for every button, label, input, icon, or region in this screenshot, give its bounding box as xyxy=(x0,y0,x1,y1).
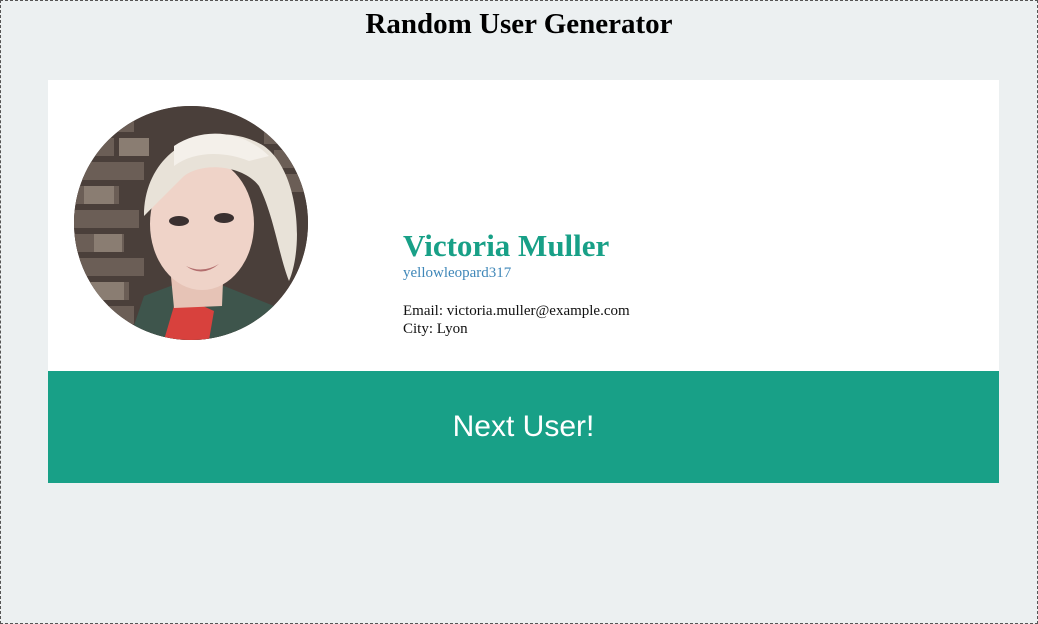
user-avatar xyxy=(74,106,308,340)
page-frame: Random User Generator Victoria Muller ye… xyxy=(0,0,1038,624)
user-city: Lyon xyxy=(436,321,468,337)
user-details: Email: victoria.muller@example.com City:… xyxy=(403,302,630,338)
email-label: Email: xyxy=(403,303,447,319)
user-city-row: City: Lyon xyxy=(403,320,630,338)
next-user-button[interactable]: Next User! xyxy=(48,371,999,483)
user-card: Victoria Muller yellowleopard317 Email: … xyxy=(48,80,999,371)
page-title: Random User Generator xyxy=(365,8,673,40)
user-email-row: Email: victoria.muller@example.com xyxy=(403,302,630,320)
avatar-photo-icon xyxy=(74,106,308,340)
user-info: Victoria Muller yellowleopard317 Email: … xyxy=(403,228,630,338)
user-email: victoria.muller@example.com xyxy=(446,303,630,319)
user-full-name: Victoria Muller xyxy=(403,228,610,263)
user-username: yellowleopard317 xyxy=(403,265,512,281)
city-label: City: xyxy=(403,321,437,337)
